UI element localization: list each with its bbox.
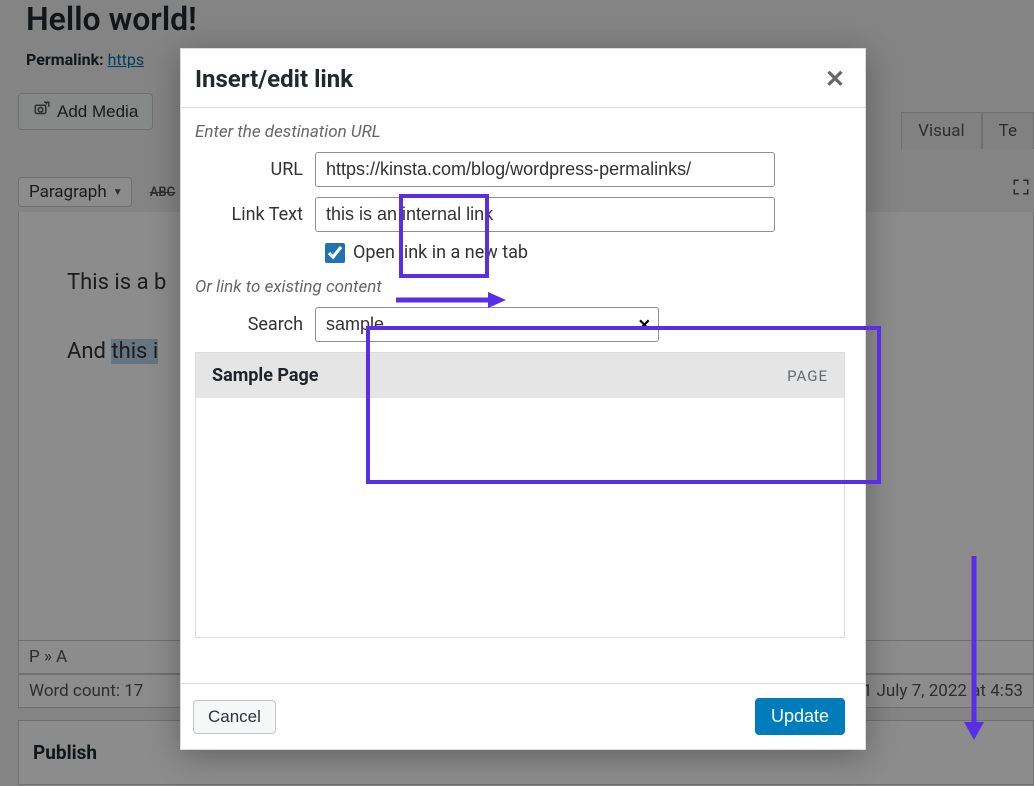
modal-header: Insert/edit link ✕ bbox=[181, 49, 865, 108]
newtab-row: Open link in a new tab bbox=[325, 242, 845, 263]
search-label: Search bbox=[195, 314, 315, 335]
modal-footer: Cancel Update bbox=[181, 683, 865, 749]
update-button[interactable]: Update bbox=[755, 698, 845, 735]
search-results: Sample Page PAGE bbox=[195, 352, 845, 638]
section-destination-url: Enter the destination URL bbox=[195, 122, 845, 142]
modal-body: Enter the destination URL URL Link Text … bbox=[181, 108, 865, 683]
result-kind: PAGE bbox=[787, 367, 828, 385]
modal-title: Insert/edit link bbox=[195, 65, 353, 93]
url-input[interactable] bbox=[315, 152, 775, 187]
url-label: URL bbox=[195, 159, 315, 180]
search-input[interactable] bbox=[315, 307, 659, 342]
linktext-row: Link Text bbox=[195, 197, 845, 232]
url-row: URL bbox=[195, 152, 845, 187]
newtab-checkbox[interactable] bbox=[325, 243, 345, 263]
search-row: Search ✕ bbox=[195, 307, 845, 342]
cancel-button[interactable]: Cancel bbox=[193, 700, 276, 734]
linktext-input[interactable] bbox=[315, 197, 775, 232]
result-title: Sample Page bbox=[212, 365, 319, 386]
section-existing-content: Or link to existing content bbox=[195, 277, 845, 297]
insert-link-modal: Insert/edit link ✕ Enter the destination… bbox=[180, 48, 866, 750]
result-item[interactable]: Sample Page PAGE bbox=[196, 353, 844, 398]
clear-search-icon[interactable]: ✕ bbox=[638, 315, 651, 334]
newtab-label: Open link in a new tab bbox=[353, 242, 528, 263]
linktext-label: Link Text bbox=[195, 204, 315, 225]
close-icon[interactable]: ✕ bbox=[825, 65, 845, 93]
